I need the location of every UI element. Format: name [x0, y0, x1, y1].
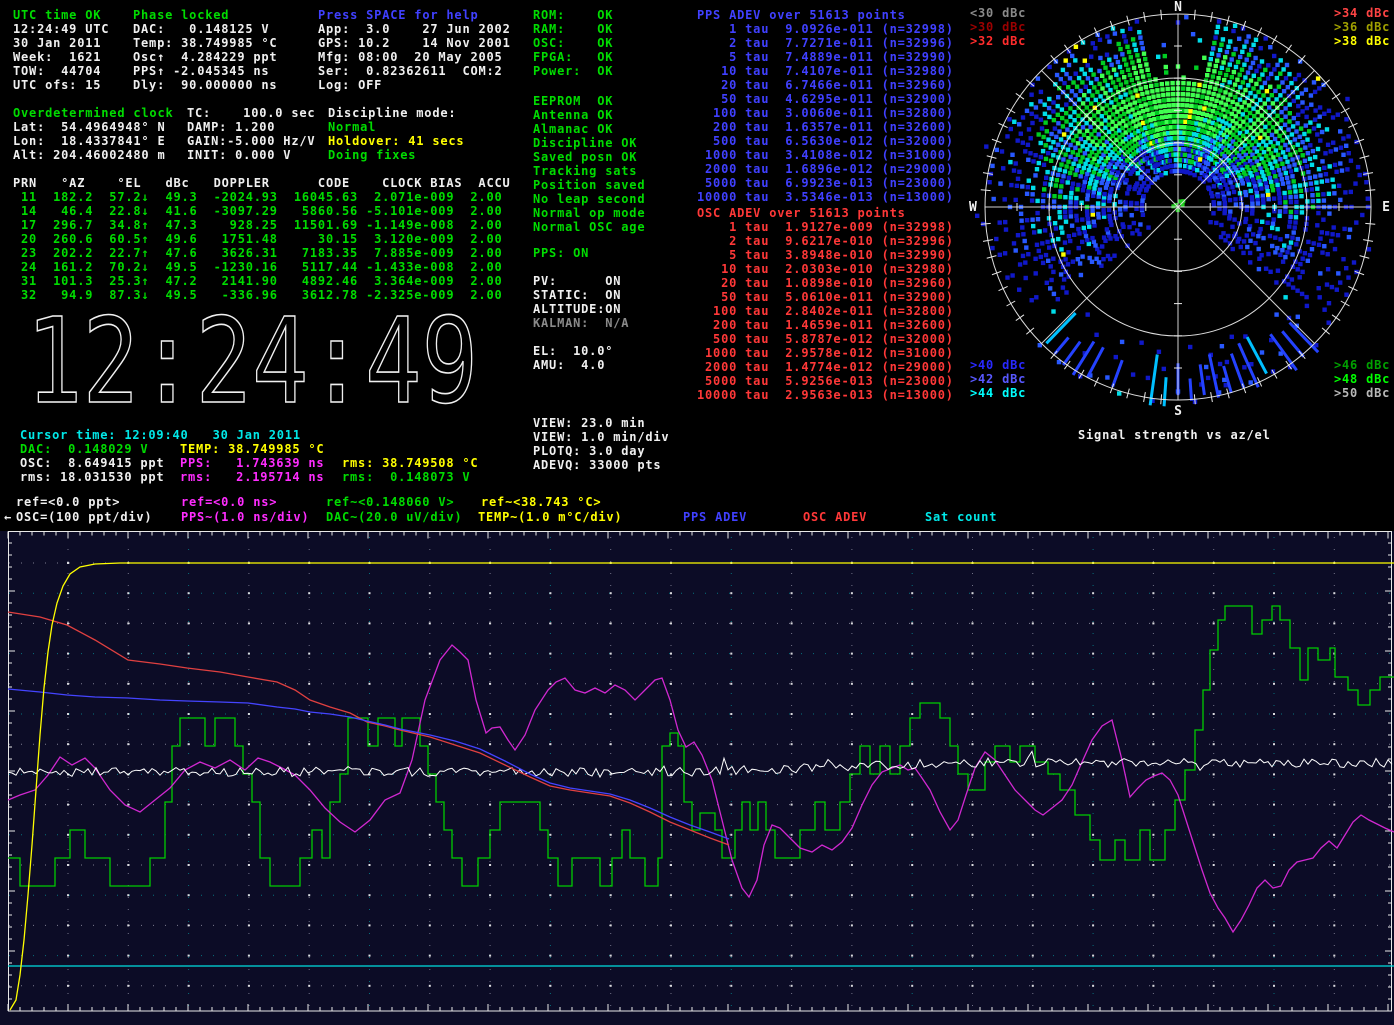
polar-caption: Signal strength vs az/el: [1078, 428, 1271, 442]
legend-osc[interactable]: OSC=(100 ppt/div): [16, 510, 152, 524]
filter-state-block: PV: ONSTATIC: ONALTITUDE:ONKALMAN: N/A: [533, 274, 629, 330]
position-block: Lat: 54.4964948° NLon: 18.4337841° EAlt:…: [13, 120, 165, 162]
pps-adev-table: 1 tau 9.0926e-011 (n=32998) 2 tau 7.7271…: [697, 22, 954, 204]
cursor-osc: OSC: 8.649415 ppt: [20, 456, 164, 470]
signal-strength-polar-map: N S W E: [965, 0, 1394, 423]
rms-temp: rms: 38.749508 °C: [342, 456, 478, 470]
cursor-temp: TEMP: 38.749985 °C: [180, 442, 324, 456]
legend-osc-adev[interactable]: OSC ADEV: [803, 510, 867, 524]
osc-adev-table: 1 tau 1.9127e-009 (n=32998) 2 tau 9.6217…: [697, 220, 954, 402]
rms-pps: rms: 2.195714 ns: [180, 470, 324, 484]
phase-status-title: Phase locked: [133, 8, 229, 22]
cursor-time: Cursor time: 12:09:40 30 Jan 2011: [20, 428, 301, 442]
legend-ref-temp: ref~<38.743 °C>: [481, 495, 601, 509]
legend-pps[interactable]: PPS~(1.0 ns/div): [181, 510, 309, 524]
cursor-dac: DAC: 0.148029 V: [20, 442, 148, 456]
scroll-left-icon[interactable]: ←: [4, 510, 12, 524]
rms-osc: rms: 18.031530 ppt: [20, 470, 164, 484]
mask-block: EL: 10.0°AMU: 4.0: [533, 344, 613, 372]
gps-status-block: EEPROM OKAntenna OKAlmanac OKDiscipline …: [533, 94, 645, 234]
heather-gpsdo-app: UTC time OK 12:24:49 UTC30 Jan 2011Week:…: [0, 0, 1394, 1025]
view-settings-block: VIEW: 23.0 minVIEW: 1.0 min/divPLOTQ: 3.…: [533, 416, 669, 472]
utc-time-block: 12:24:49 UTC30 Jan 2011Week: 1621TOW: 44…: [13, 22, 109, 92]
sat-table-rows: 11 182.2 57.2↓ 49.3 -2024.93 16045.63 2.…: [13, 190, 503, 302]
legend-dac[interactable]: DAC~(20.0 uV/div): [326, 510, 462, 524]
discipline-mode-block: NormalHoldover: 41 secsDoing fixes: [328, 120, 464, 162]
svg-text:W: W: [969, 200, 977, 215]
svg-text:E: E: [1382, 200, 1390, 215]
rms-dac: rms: 0.148073 V: [342, 470, 470, 484]
legend-ref-osc: ref=<0.0 ppt>: [16, 495, 120, 509]
sat-table-header: PRN °AZ °EL dBc DOPPLER CODE CLOCK BIAS …: [13, 176, 511, 190]
hardware-status-block: ROM: OKRAM: OKOSC: OKFPGA: OKPower: OK: [533, 8, 613, 78]
strip-chart-plot[interactable]: [0, 531, 1394, 1025]
legend-pps-adev[interactable]: PPS ADEV: [683, 510, 747, 524]
svg-text:N: N: [1174, 0, 1182, 15]
discipline-mode-title: Discipline mode:: [328, 106, 456, 120]
loop-params-block: TC: 100.0 secDAMP: 1.200GAIN:-5.000 Hz/V…: [187, 106, 315, 162]
seven-seg-clock: 12:24:49: [24, 306, 494, 410]
pps-adev-title: PPS ADEV over 51613 points: [697, 8, 906, 22]
legend-temp[interactable]: TEMP~(1.0 m°C/div): [478, 510, 622, 524]
legend-ref-pps: ref=<0.0 ns>: [181, 495, 277, 509]
cursor-pps: PPS: 1.743639 ns: [180, 456, 324, 470]
receiver-mode-title: Overdetermined clock: [13, 106, 174, 120]
legend-sat-count[interactable]: Sat count: [925, 510, 997, 524]
version-block: App: 3.0 27 Jun 2002GPS: 10.2 14 Nov 200…: [318, 22, 511, 92]
svg-text:S: S: [1174, 404, 1182, 419]
utc-status-title: UTC time OK: [13, 8, 101, 22]
help-hint: Press SPACE for help: [318, 8, 479, 22]
osc-adev-title: OSC ADEV over 51613 points: [697, 206, 906, 220]
pps-state: PPS: ON: [533, 246, 589, 260]
oscillator-block: DAC: 0.148125 VTemp: 38.749985 °COsc↑ 4.…: [133, 22, 277, 92]
big-clock-digits: 12:24:49: [26, 306, 478, 410]
legend-ref-dac: ref~<0.148060 V>: [326, 495, 454, 509]
